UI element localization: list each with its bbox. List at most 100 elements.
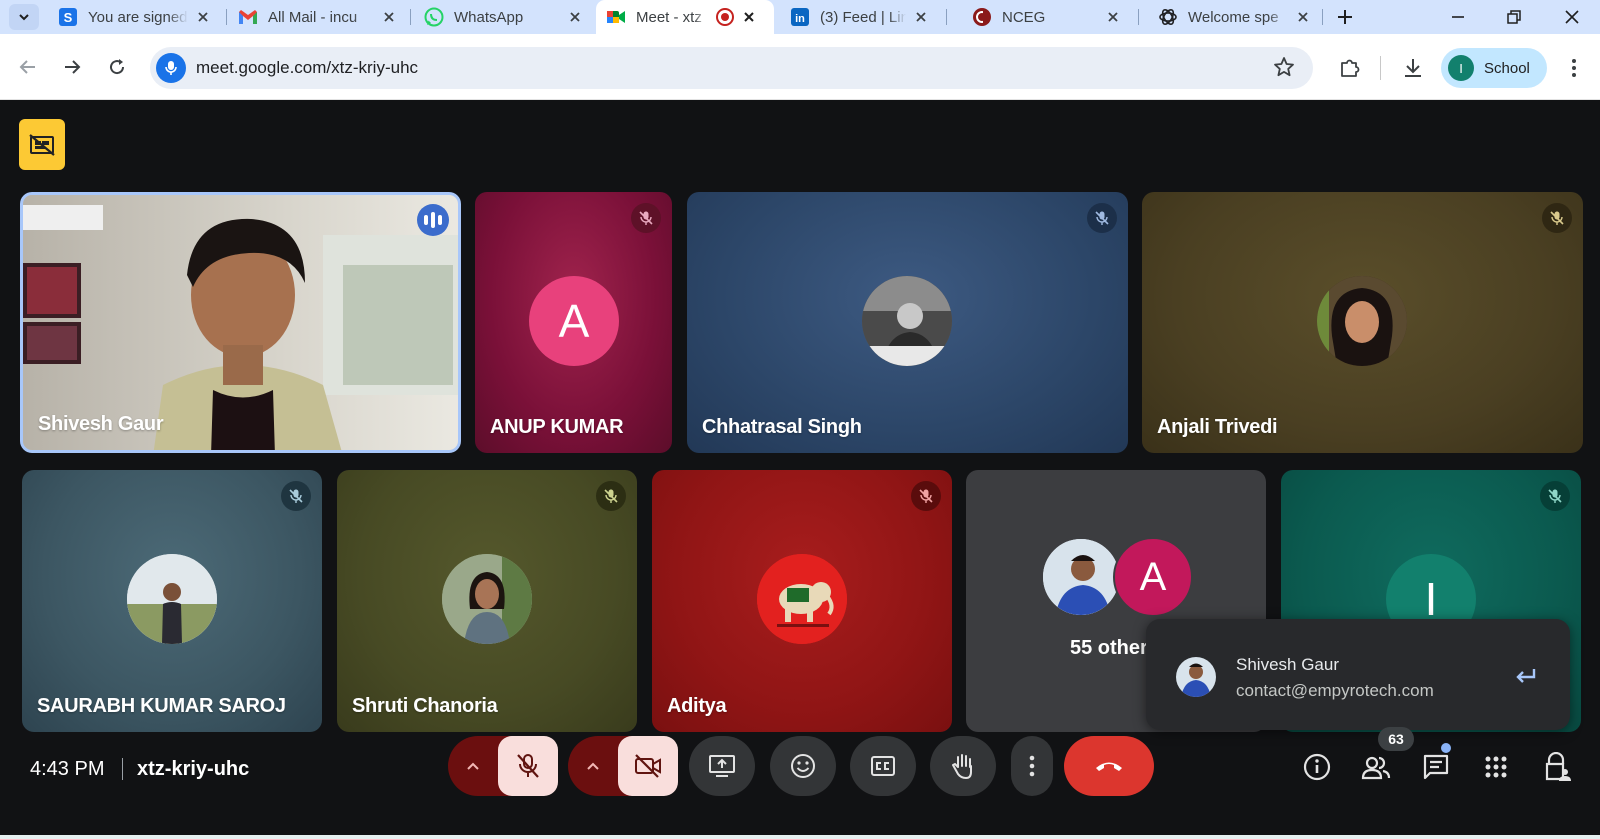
people-count-badge: 63 [1378, 727, 1414, 751]
close-icon[interactable] [1294, 8, 1312, 26]
address-bar[interactable]: meet.google.com/xtz-kriy-uhc [150, 47, 1313, 89]
tab-signed[interactable]: S You are signed [48, 0, 220, 34]
return-icon[interactable] [1512, 663, 1540, 691]
meeting-code: xtz-kriy-uhc [137, 758, 250, 780]
more-options-button[interactable] [1011, 736, 1053, 796]
participant-tile[interactable]: Anjali Trivedi [1142, 192, 1583, 453]
audio-options-button[interactable] [448, 736, 498, 796]
camera-off-icon [635, 754, 661, 778]
reload-button[interactable] [100, 50, 134, 84]
restore-button[interactable] [1486, 0, 1542, 34]
tab-meet[interactable]: Meet - xtz [596, 0, 774, 34]
whatsapp-icon [424, 7, 444, 27]
nceg-icon [972, 7, 992, 27]
arrow-left-icon [19, 60, 35, 74]
leave-call-button[interactable] [1064, 736, 1154, 796]
speaking-indicator-icon [417, 204, 449, 236]
people-button[interactable] [1359, 750, 1393, 784]
downloads-button[interactable] [1399, 54, 1427, 82]
avatar: I [1448, 55, 1474, 81]
extensions-button[interactable] [1336, 54, 1364, 82]
tab-title: WhatsApp [454, 8, 524, 26]
raise-hand-button[interactable] [930, 736, 996, 796]
avatar [127, 554, 217, 644]
lock-person-icon [1545, 752, 1571, 781]
close-icon[interactable] [740, 8, 758, 26]
participant-tile[interactable]: SAURABH KUMAR SAROJ [22, 470, 322, 732]
new-tab-button[interactable] [1332, 4, 1358, 30]
browser-tab-strip: S You are signed All Mail - incu WhatsAp… [0, 0, 1600, 34]
tab-nceg[interactable]: NCEG [962, 0, 1130, 34]
reactions-button[interactable] [770, 736, 836, 796]
mic-off-icon [1540, 481, 1570, 511]
tab-separator [1138, 9, 1139, 25]
close-icon[interactable] [380, 8, 398, 26]
activities-button[interactable] [1479, 750, 1513, 784]
video-options-button[interactable] [568, 736, 618, 796]
meet-stage: Shivesh Gaur A ANUP KUMAR Chhatrasal Sin… [0, 100, 1600, 839]
openai-icon [1158, 7, 1178, 27]
recording-indicator-button[interactable] [19, 119, 65, 170]
toolbar-divider [1380, 56, 1381, 80]
emoji-icon [791, 754, 815, 778]
close-icon[interactable] [1104, 8, 1122, 26]
participant-name: Chhatrasal Singh [702, 416, 862, 438]
more-vert-icon [1029, 755, 1035, 777]
close-icon[interactable] [566, 8, 584, 26]
participant-tile[interactable]: Aditya [652, 470, 952, 732]
svg-text:in: in [795, 13, 805, 25]
avatar: A [1113, 537, 1193, 617]
join-notification-toast[interactable]: Shivesh Gaur contact@empyrotech.com [1146, 619, 1570, 730]
participant-name: Anjali Trivedi [1157, 416, 1278, 438]
recording-off-icon [29, 133, 55, 156]
minimize-icon [1452, 16, 1464, 18]
participant-tile[interactable]: A ANUP KUMAR [475, 192, 672, 453]
toast-email: contact@empyrotech.com [1236, 681, 1434, 700]
forward-button[interactable] [55, 50, 89, 84]
microphone-control [448, 736, 558, 796]
url-text[interactable]: meet.google.com/xtz-kriy-uhc [196, 58, 418, 78]
camera-toggle-button[interactable] [618, 736, 678, 796]
tab-title: You are signed [88, 8, 188, 26]
recording-icon [716, 8, 734, 26]
chat-unread-dot [1441, 743, 1451, 753]
hand-icon [952, 754, 972, 779]
mic-toggle-button[interactable] [498, 736, 558, 796]
more-vert-icon [1572, 59, 1576, 77]
captions-button[interactable] [850, 736, 916, 796]
taskbar-edge [0, 835, 1600, 839]
participant-tile[interactable]: Chhatrasal Singh [687, 192, 1128, 453]
browser-menu-button[interactable] [1560, 54, 1588, 82]
mic-off-icon [631, 203, 661, 233]
tab-linkedin[interactable]: in (3) Feed | Link [780, 0, 938, 34]
mic-off-icon [596, 481, 626, 511]
tab-search-button[interactable] [9, 4, 39, 30]
tab-welcome[interactable]: Welcome spe [1148, 0, 1320, 34]
back-button[interactable] [11, 50, 45, 84]
minimize-button[interactable] [1430, 0, 1486, 34]
close-icon[interactable] [194, 8, 212, 26]
participant-name: SAURABH KUMAR SAROJ [37, 695, 286, 717]
captions-icon [871, 756, 895, 776]
bookmark-star-icon[interactable] [1273, 56, 1297, 80]
tab-title: Meet - xtz [636, 8, 702, 26]
microphone-icon[interactable] [156, 53, 186, 83]
chat-button[interactable] [1419, 750, 1453, 784]
puzzle-icon [1341, 59, 1360, 77]
tab-whatsapp[interactable]: WhatsApp [414, 0, 592, 34]
participant-tile[interactable]: Shruti Chanoria [337, 470, 637, 732]
tab-separator [226, 9, 227, 25]
mic-off-icon [911, 481, 941, 511]
participant-tile-video[interactable]: Shivesh Gaur [20, 192, 461, 453]
chevron-down-icon [19, 14, 29, 21]
restore-icon [1507, 10, 1521, 24]
profile-button[interactable]: I School [1441, 48, 1547, 88]
tab-gmail[interactable]: All Mail - incu [228, 0, 406, 34]
window-close-button[interactable] [1544, 0, 1600, 34]
present-screen-button[interactable] [689, 736, 755, 796]
host-controls-button[interactable] [1540, 750, 1574, 784]
mic-off-icon [281, 481, 311, 511]
chat-icon [1423, 754, 1449, 780]
meeting-details-button[interactable] [1300, 750, 1334, 784]
close-icon[interactable] [912, 8, 930, 26]
